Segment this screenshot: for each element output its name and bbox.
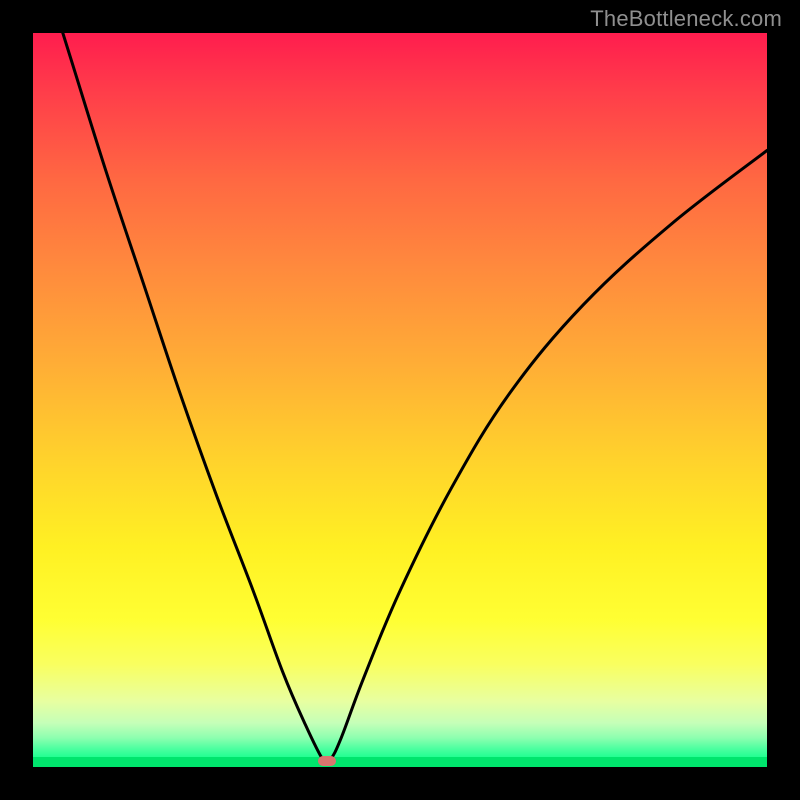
chart-frame: TheBottleneck.com — [0, 0, 800, 800]
bottleneck-curve — [33, 33, 767, 767]
curve-path — [33, 33, 767, 764]
optimal-point-marker — [318, 756, 336, 766]
plot-area — [33, 33, 767, 767]
watermark-text: TheBottleneck.com — [590, 6, 782, 32]
